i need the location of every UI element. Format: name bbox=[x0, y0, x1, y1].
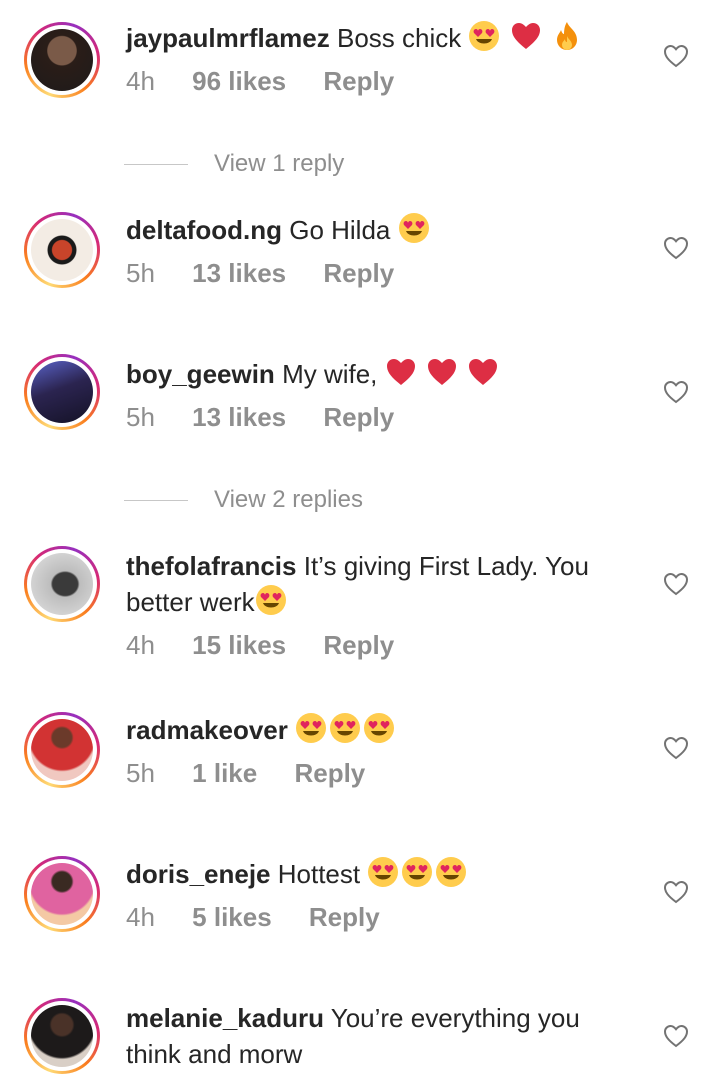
reply-button[interactable]: Reply bbox=[309, 902, 380, 932]
avatar-image bbox=[31, 1005, 93, 1067]
reply-button[interactable]: Reply bbox=[323, 258, 394, 288]
comment-meta: 4h 96 likes Reply bbox=[126, 66, 424, 97]
avatar[interactable] bbox=[24, 22, 100, 98]
like-heart-icon[interactable] bbox=[663, 572, 689, 596]
likes-count[interactable]: 96 likes bbox=[192, 66, 286, 96]
avatar[interactable] bbox=[24, 354, 100, 430]
comment-text: doris_eneje Hottest bbox=[126, 856, 616, 892]
comment-username[interactable]: deltafood.ng bbox=[126, 215, 282, 245]
heart-eyes-emoji-icon bbox=[368, 857, 399, 887]
comment-username[interactable]: melanie_kaduru bbox=[126, 1003, 324, 1033]
comment-timestamp: 5h bbox=[126, 258, 155, 288]
comment-meta: 4h 5 likes Reply bbox=[126, 902, 410, 933]
like-heart-icon[interactable] bbox=[663, 880, 689, 904]
comment-body: Boss chick bbox=[336, 23, 462, 53]
avatar-image bbox=[31, 29, 93, 91]
comment-username[interactable]: boy_geewin bbox=[126, 359, 275, 389]
avatar[interactable] bbox=[24, 546, 100, 622]
avatar-image bbox=[31, 219, 93, 281]
comment-body: Hottest bbox=[277, 859, 361, 889]
heart-eyes-emoji-icon bbox=[436, 857, 467, 887]
like-heart-icon[interactable] bbox=[663, 236, 689, 260]
comment-text: boy_geewin My wife, bbox=[126, 356, 616, 392]
likes-count[interactable]: 15 likes bbox=[192, 630, 286, 660]
avatar-image bbox=[31, 361, 93, 423]
comment-username[interactable]: radmakeover bbox=[126, 715, 288, 745]
reply-button[interactable]: Reply bbox=[294, 758, 365, 788]
red-heart-emoji-icon bbox=[427, 359, 456, 385]
comment-timestamp: 5h bbox=[126, 758, 155, 788]
comment-timestamp: 4h bbox=[126, 66, 155, 96]
view-replies-label: View 2 replies bbox=[214, 486, 363, 513]
heart-eyes-emoji-icon bbox=[402, 857, 433, 887]
avatar[interactable] bbox=[24, 712, 100, 788]
likes-count[interactable]: 1 like bbox=[192, 758, 257, 788]
comment-text: melanie_kaduru You’re everything you thi… bbox=[126, 1000, 616, 1072]
like-heart-icon[interactable] bbox=[663, 380, 689, 404]
likes-count[interactable]: 13 likes bbox=[192, 258, 286, 288]
comment-timestamp: 4h bbox=[126, 630, 155, 660]
comment-username[interactable]: thefolafrancis bbox=[126, 551, 297, 581]
likes-count[interactable]: 13 likes bbox=[192, 402, 286, 432]
view-replies-label: View 1 reply bbox=[214, 150, 345, 177]
comment-timestamp: 4h bbox=[126, 902, 155, 932]
comment-username[interactable]: jaypaulmrflamez bbox=[126, 23, 330, 53]
comment-body: Go Hilda bbox=[289, 215, 391, 245]
divider bbox=[124, 164, 188, 165]
heart-eyes-emoji-icon bbox=[398, 213, 429, 243]
divider bbox=[124, 500, 188, 501]
comment-body: My wife, bbox=[282, 359, 378, 389]
comment-text: thefolafrancis It’s giving First Lady. Y… bbox=[126, 548, 616, 620]
red-heart-emoji-icon bbox=[469, 359, 498, 385]
avatar-image bbox=[31, 863, 93, 925]
like-heart-icon[interactable] bbox=[663, 44, 689, 68]
red-heart-emoji-icon bbox=[511, 23, 540, 49]
like-heart-icon[interactable] bbox=[663, 1024, 689, 1048]
comment-username[interactable]: doris_eneje bbox=[126, 859, 271, 889]
heart-eyes-emoji-icon bbox=[255, 585, 286, 615]
avatar[interactable] bbox=[24, 212, 100, 288]
comment-text: radmakeover bbox=[126, 712, 616, 748]
comment-meta: 5h 1 like Reply bbox=[126, 758, 395, 789]
avatar[interactable] bbox=[24, 998, 100, 1074]
reply-button[interactable]: Reply bbox=[323, 66, 394, 96]
comment-meta: 5h 13 likes Reply bbox=[126, 402, 424, 433]
comment-meta: 5h 13 likes Reply bbox=[126, 258, 424, 289]
avatar-image bbox=[31, 719, 93, 781]
reply-button[interactable]: Reply bbox=[323, 402, 394, 432]
like-heart-icon[interactable] bbox=[663, 736, 689, 760]
heart-eyes-emoji-icon bbox=[469, 21, 500, 51]
fire-emoji-icon bbox=[556, 22, 577, 50]
heart-eyes-emoji-icon bbox=[296, 713, 327, 743]
avatar[interactable] bbox=[24, 856, 100, 932]
comment-text: jaypaulmrflamez Boss chick bbox=[126, 20, 616, 56]
red-heart-emoji-icon bbox=[386, 359, 415, 385]
heart-eyes-emoji-icon bbox=[330, 713, 361, 743]
likes-count[interactable]: 5 likes bbox=[192, 902, 272, 932]
comment-text: deltafood.ng Go Hilda bbox=[126, 212, 616, 248]
comment-timestamp: 5h bbox=[126, 402, 155, 432]
heart-eyes-emoji-icon bbox=[364, 713, 395, 743]
avatar-image bbox=[31, 553, 93, 615]
reply-button[interactable]: Reply bbox=[323, 630, 394, 660]
comment-meta: 4h 15 likes Reply bbox=[126, 630, 424, 661]
